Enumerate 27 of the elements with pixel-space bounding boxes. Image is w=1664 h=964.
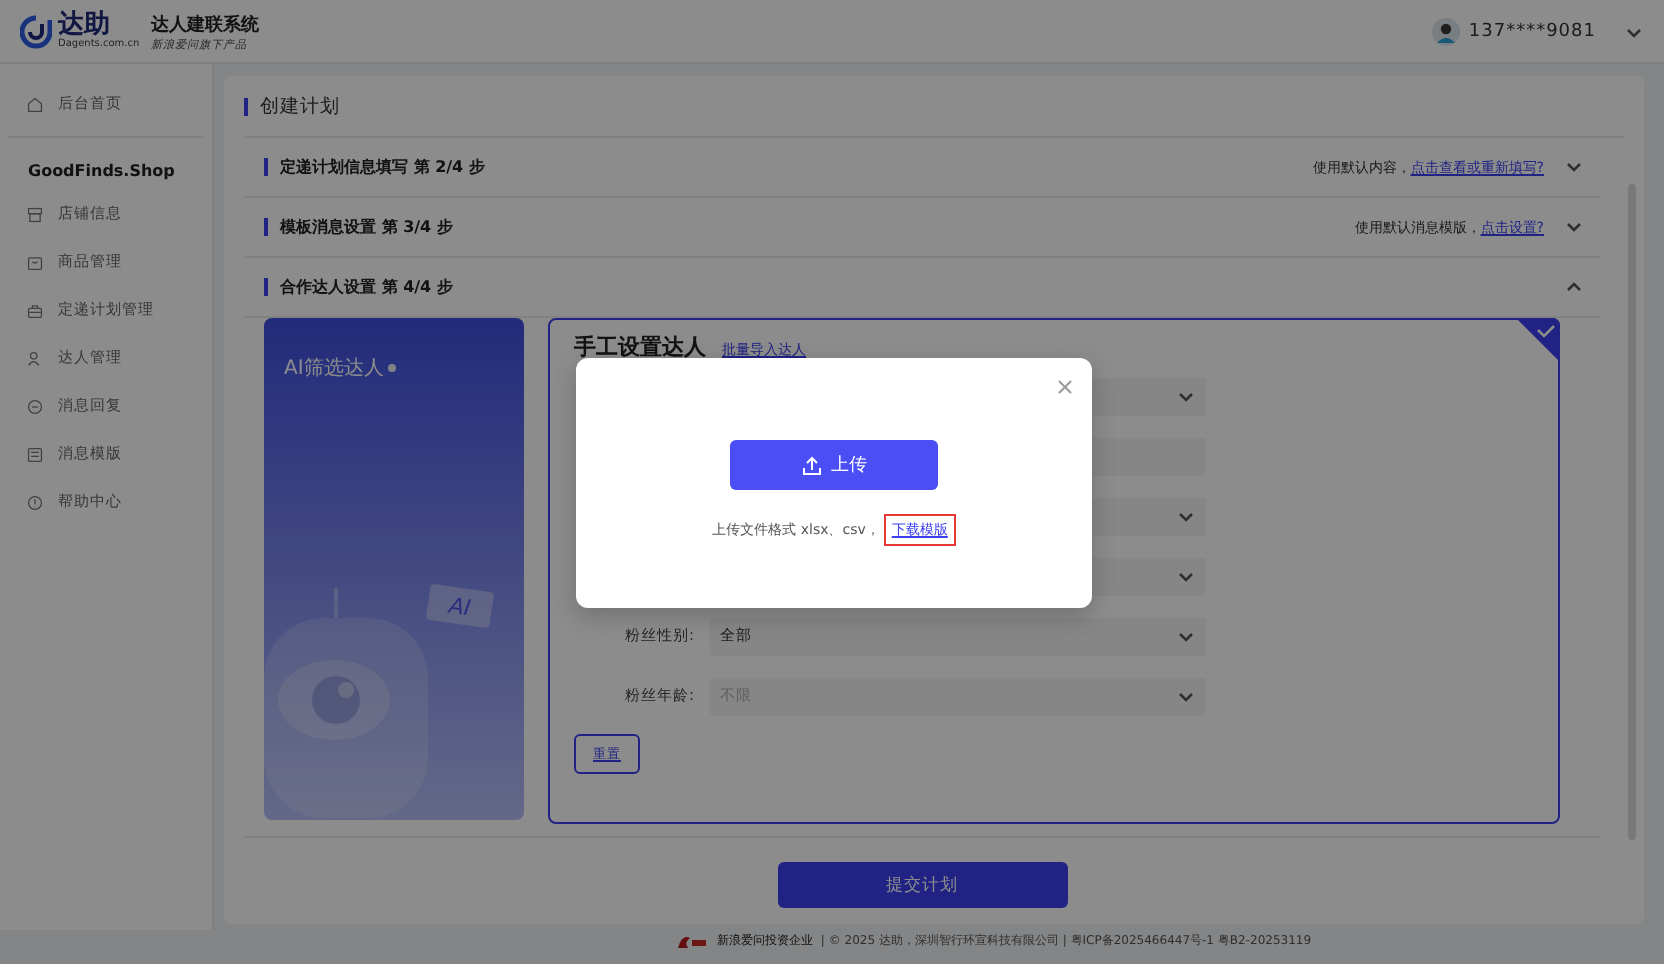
home-icon <box>26 95 44 113</box>
system-name: 达人建联系统 <box>151 12 260 37</box>
briefcase-icon <box>26 301 44 319</box>
submit-button[interactable]: 提交计划 <box>777 862 1067 908</box>
upload-button[interactable]: 上传 <box>730 440 938 490</box>
chat-icon <box>26 397 44 415</box>
check-corner-icon <box>1516 318 1560 362</box>
info-icon <box>387 364 396 372</box>
step-title: 模板消息设置 第 3/4 步 <box>280 216 453 238</box>
panel-title: 手工设置达人 <box>574 332 706 362</box>
step-title: 合作达人设置 第 4/4 步 <box>280 276 453 298</box>
template-icon <box>26 445 44 463</box>
person-icon <box>26 349 44 367</box>
step-title: 定递计划信息填写 第 2/4 步 <box>280 156 485 178</box>
upload-icon <box>801 455 821 475</box>
store-icon <box>26 205 44 223</box>
logo-icon <box>20 13 52 49</box>
page-title: 创建计划 <box>260 93 340 119</box>
logo-text: 达助 <box>58 12 110 38</box>
bag-icon <box>26 253 44 271</box>
avatar-icon[interactable] <box>1432 17 1461 45</box>
ai-card-title: AI筛选达人 <box>284 355 384 382</box>
user-name[interactable]: 137****9081 <box>1468 21 1596 41</box>
help-icon <box>26 493 44 511</box>
partner-logo-icon <box>676 933 709 949</box>
shop-selector[interactable]: GoodFinds.Shop <box>0 150 212 190</box>
close-icon[interactable] <box>1058 380 1072 394</box>
